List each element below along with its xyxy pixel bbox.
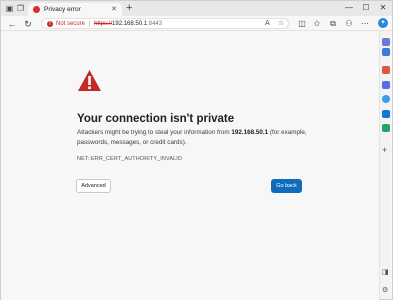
new-tab-button[interactable]: + — [126, 2, 132, 14]
security-label[interactable]: Not secure — [56, 20, 85, 28]
search-sidebar-icon[interactable] — [382, 38, 390, 46]
tab-close-icon[interactable]: ✕ — [111, 5, 117, 14]
url-scheme: https:// — [94, 21, 113, 27]
read-aloud-icon[interactable]: A — [265, 20, 270, 28]
maximize-icon[interactable]: ☐ — [361, 3, 371, 13]
error-description: Attackers might be trying to steal your … — [77, 128, 317, 147]
tab-privacy-error[interactable]: Privacy error ✕ — [28, 3, 122, 16]
url-port: :8443 — [147, 21, 163, 27]
refresh-icon[interactable]: ↻ — [23, 19, 33, 29]
back-icon[interactable]: ← — [7, 19, 17, 29]
go-back-button[interactable]: Go back — [271, 179, 302, 193]
drop-icon[interactable] — [382, 124, 390, 132]
tab-actions-icon[interactable]: ❐ — [16, 4, 25, 13]
copilot-icon[interactable]: ✦ — [378, 18, 388, 28]
close-window-icon[interactable]: ✕ — [378, 3, 388, 13]
page-title: Your connection isn't private — [77, 113, 235, 125]
warning-triangle-icon — [78, 70, 101, 91]
address-bar[interactable]: ! Not secure https://192.168.50.1:8443 A… — [41, 18, 289, 29]
desc-host: 192.168.50.1 — [231, 129, 269, 136]
error-code[interactable]: NET::ERR_CERT_AUTHORITY_INVALID — [77, 155, 182, 163]
add-sidebar-icon[interactable]: + — [382, 146, 387, 155]
microsoft-365-icon[interactable] — [382, 95, 390, 103]
browser-window: ▣ ❐ Privacy error ✕ + — ☐ ✕ ← ↻ ! Not se… — [0, 0, 393, 300]
tools-icon[interactable] — [382, 66, 390, 74]
tab-title: Privacy error — [44, 6, 81, 13]
more-options-icon[interactable]: ⋯ — [360, 19, 370, 29]
error-favicon-icon — [33, 6, 40, 13]
outlook-icon[interactable] — [382, 110, 390, 118]
minimize-icon[interactable]: — — [344, 3, 354, 13]
workspaces-icon[interactable]: ▣ — [5, 4, 14, 13]
split-screen-icon[interactable]: ◫ — [297, 19, 307, 29]
games-icon[interactable] — [382, 81, 390, 89]
edge-sidebar: + ◨ ⚙ — [379, 31, 391, 299]
hide-sidebar-icon[interactable]: ◨ — [382, 269, 389, 277]
shopping-icon[interactable] — [382, 48, 390, 56]
favorites-icon[interactable]: ✩ — [312, 19, 322, 29]
advanced-button[interactable]: Advanced — [76, 179, 111, 193]
divider — [89, 21, 90, 27]
not-secure-icon[interactable]: ! — [47, 21, 53, 27]
error-page: Your connection isn't private Attackers … — [1, 32, 379, 300]
tab-bar: ▣ ❐ Privacy error ✕ + — ☐ ✕ — [1, 1, 392, 16]
url-text[interactable]: https://192.168.50.1:8443 — [94, 20, 162, 28]
desc-text-start: Attackers might be trying to steal your … — [77, 129, 232, 136]
url-host: 192.168.50.1 — [112, 21, 148, 27]
settings-gear-icon[interactable]: ⚙ — [382, 287, 388, 295]
favorites-star-icon[interactable]: ☆ — [278, 20, 284, 28]
collections-icon[interactable]: ⧉ — [328, 19, 338, 29]
extensions-icon[interactable]: ⚇ — [344, 19, 354, 29]
